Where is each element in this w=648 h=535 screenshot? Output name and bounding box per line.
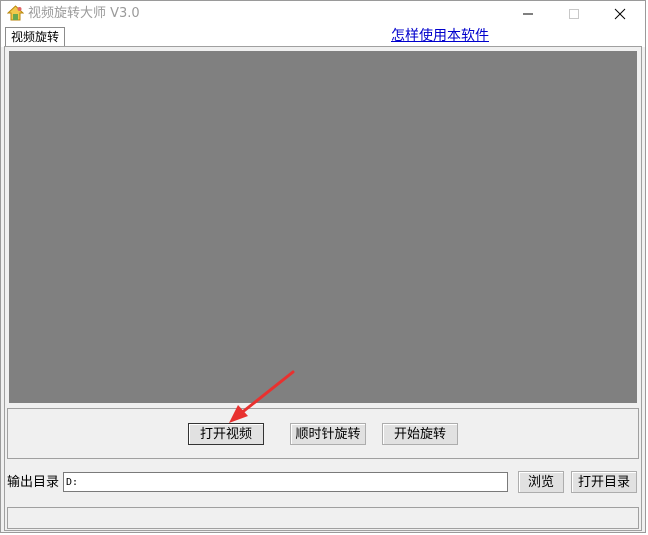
minimize-button[interactable] xyxy=(505,1,551,27)
tab-page-video-rotate: 打开视频 顺时针旋转 开始旋转 输出目录 浏览 打开目录 xyxy=(4,46,642,531)
maximize-icon xyxy=(569,9,579,19)
open-video-button[interactable]: 打开视频 xyxy=(188,423,264,445)
action-button-panel: 打开视频 顺时针旋转 开始旋转 xyxy=(7,408,639,459)
app-icon xyxy=(6,5,25,22)
start-rotate-button[interactable]: 开始旋转 xyxy=(382,423,458,445)
help-link[interactable]: 怎样使用本软件 xyxy=(391,27,489,46)
output-directory-row: 输出目录 浏览 打开目录 xyxy=(5,467,641,497)
minimize-icon xyxy=(523,13,533,15)
video-preview xyxy=(9,51,637,403)
browse-button[interactable]: 浏览 xyxy=(518,471,564,493)
maximize-button[interactable] xyxy=(551,1,597,27)
window-title: 视频旋转大师 V3.0 xyxy=(28,6,140,21)
output-directory-input[interactable] xyxy=(63,472,508,492)
app-window: 视频旋转大师 V3.0 视频旋转 怎样使用本软件 打开视频 顺时针旋转 开始旋转 xyxy=(0,0,646,533)
rotate-clockwise-button[interactable]: 顺时针旋转 xyxy=(290,423,366,445)
output-directory-label: 输出目录 xyxy=(7,475,60,490)
status-bar xyxy=(7,507,639,529)
title-bar[interactable]: 视频旋转大师 V3.0 xyxy=(1,1,645,27)
open-directory-button[interactable]: 打开目录 xyxy=(571,471,637,493)
close-icon xyxy=(614,8,626,20)
close-button[interactable] xyxy=(597,1,643,27)
tab-row: 视频旋转 怎样使用本软件 xyxy=(1,27,645,47)
tab-video-rotate[interactable]: 视频旋转 xyxy=(5,27,66,47)
